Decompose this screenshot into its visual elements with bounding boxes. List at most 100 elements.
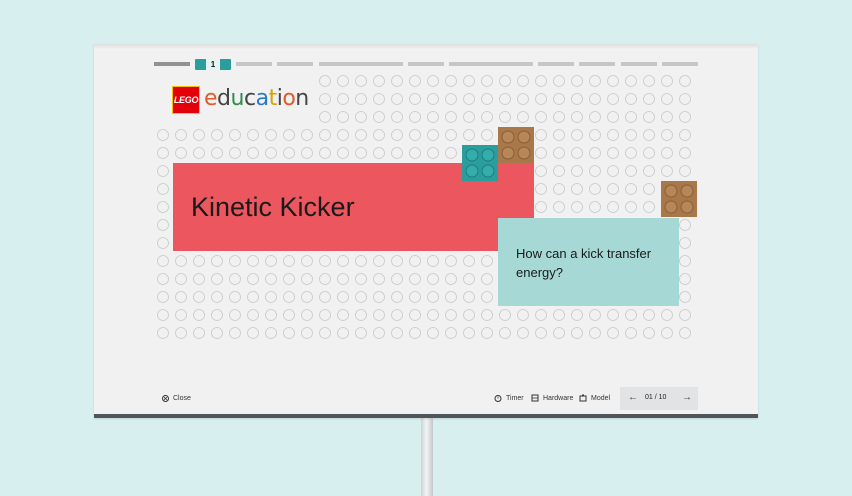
stud-dot xyxy=(427,93,439,105)
stud-dot xyxy=(229,147,241,159)
screen-bottom-edge xyxy=(94,414,758,418)
stud-dot xyxy=(319,273,331,285)
previous-arrow-icon[interactable]: ← xyxy=(628,393,638,403)
stud-dot xyxy=(427,327,439,339)
stud-dot xyxy=(679,273,691,285)
stud-dot xyxy=(679,93,691,105)
stud-dot xyxy=(679,75,691,87)
progress-segment[interactable] xyxy=(621,62,657,66)
lego-logo: LEGO xyxy=(172,86,200,114)
stud-dot xyxy=(229,309,241,321)
progress-segment[interactable] xyxy=(662,62,698,66)
stud-dot xyxy=(319,93,331,105)
stud-dot xyxy=(211,327,223,339)
stud-dot xyxy=(373,147,385,159)
stud-dot xyxy=(157,219,169,231)
stud-dot xyxy=(247,327,259,339)
stud-dot xyxy=(445,273,457,285)
stud-dot xyxy=(247,255,259,267)
stud-dot xyxy=(391,129,403,141)
page-navigator: ← 01 / 10 → xyxy=(620,387,698,410)
stud-dot xyxy=(643,165,655,177)
progress-segment[interactable] xyxy=(154,62,190,66)
stud-dot xyxy=(211,309,223,321)
stud-dot xyxy=(445,111,457,123)
stud-dot xyxy=(589,93,601,105)
stud-dot xyxy=(427,147,439,159)
progress-segment[interactable] xyxy=(236,62,272,66)
stud-dot xyxy=(373,93,385,105)
stud-dot xyxy=(283,327,295,339)
stud-dot xyxy=(427,75,439,87)
stud-dot xyxy=(229,129,241,141)
stud-dot xyxy=(211,255,223,267)
stud-dot xyxy=(643,309,655,321)
stud-dot xyxy=(265,255,277,267)
stud-dot xyxy=(571,327,583,339)
stud-dot xyxy=(661,129,673,141)
stud-dot xyxy=(283,273,295,285)
stud-dot xyxy=(625,75,637,87)
progress-segment[interactable] xyxy=(408,62,444,66)
stud-dot xyxy=(229,255,241,267)
stud-dot xyxy=(391,75,403,87)
progress-segment-current[interactable]: 1 xyxy=(195,59,231,70)
stud-dot xyxy=(535,327,547,339)
stud-dot xyxy=(679,291,691,303)
stud-dot xyxy=(427,309,439,321)
stud-dot xyxy=(625,111,637,123)
stud-dot xyxy=(355,93,367,105)
stud-dot xyxy=(607,111,619,123)
stud-dot xyxy=(355,75,367,87)
stud-dot xyxy=(265,273,277,285)
stud-dot xyxy=(535,75,547,87)
progress-segment[interactable] xyxy=(449,62,533,66)
stud-dot xyxy=(661,165,673,177)
stud-dot xyxy=(481,291,493,303)
stud-dot xyxy=(499,93,511,105)
stud-dot xyxy=(481,93,493,105)
stud-dot xyxy=(553,201,565,213)
progress-segment[interactable] xyxy=(277,62,313,66)
page-indicator: 01 / 10 xyxy=(645,394,667,401)
stud-dot xyxy=(499,327,511,339)
stud-dot xyxy=(625,129,637,141)
stud-dot xyxy=(157,129,169,141)
timer-button[interactable]: Timer xyxy=(494,394,524,404)
stud-dot xyxy=(589,129,601,141)
stud-dot xyxy=(337,75,349,87)
question-card: How can a kick transfer energy? xyxy=(498,218,679,306)
close-button[interactable]: Close xyxy=(162,394,191,404)
stud-dot xyxy=(301,129,313,141)
stud-dot xyxy=(607,183,619,195)
stud-dot xyxy=(679,111,691,123)
stud-dot xyxy=(229,291,241,303)
stud-dot xyxy=(553,75,565,87)
stud-dot xyxy=(553,309,565,321)
stud-dot xyxy=(355,147,367,159)
model-button[interactable]: Model xyxy=(579,394,610,404)
stud-dot xyxy=(463,255,475,267)
stud-dot xyxy=(643,129,655,141)
lesson-progress-bar: 1 xyxy=(94,44,758,74)
stud-dot xyxy=(247,273,259,285)
next-arrow-icon[interactable]: → xyxy=(682,393,692,403)
stud-dot xyxy=(445,75,457,87)
stud-dot xyxy=(301,291,313,303)
stud-dot xyxy=(427,273,439,285)
stud-dot xyxy=(589,327,601,339)
stud-dot xyxy=(283,255,295,267)
progress-segment[interactable] xyxy=(319,62,403,66)
stud-dot xyxy=(337,129,349,141)
hardware-button[interactable]: Hardware xyxy=(531,394,573,404)
progress-segment[interactable] xyxy=(579,62,615,66)
stud-dot xyxy=(589,201,601,213)
progress-segment[interactable] xyxy=(538,62,574,66)
stud-dot xyxy=(391,255,403,267)
stud-dot xyxy=(193,309,205,321)
brown-brick-icon xyxy=(498,127,534,163)
stud-dot xyxy=(157,183,169,195)
stud-dot xyxy=(517,93,529,105)
current-page-number: 1 xyxy=(206,59,220,70)
stud-dot xyxy=(409,93,421,105)
